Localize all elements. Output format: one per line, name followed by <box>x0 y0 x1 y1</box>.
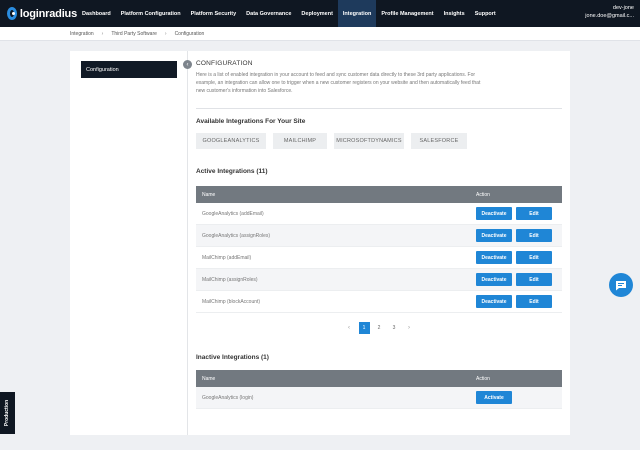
main-nav: Dashboard Platform Configuration Platfor… <box>77 0 501 27</box>
loginradius-logo[interactable]: loginradius <box>7 7 77 20</box>
pagination-page-3[interactable]: 3 <box>389 322 400 334</box>
deactivate-button[interactable]: Deactivate <box>476 273 512 286</box>
deactivate-button[interactable]: Deactivate <box>476 229 512 242</box>
nav-insights[interactable]: Insights <box>439 0 470 27</box>
chevron-right-icon: › <box>164 30 167 37</box>
integration-name: GoogleAnalytics (login) <box>202 394 254 401</box>
chevron-left-icon[interactable]: ‹ <box>183 60 192 69</box>
table-header: Name Action <box>196 186 562 203</box>
integration-googleanalytics-button[interactable]: GOOGLEANALYTICS <box>196 133 266 149</box>
deactivate-button[interactable]: Deactivate <box>476 295 512 308</box>
available-integrations-title: Available Integrations For Your Site <box>196 118 306 125</box>
nav-deployment[interactable]: Deployment <box>296 0 337 27</box>
table-row: GoogleAnalytics (login) Activate <box>196 387 562 409</box>
table-row: MailChimp (blockAccount) Deactivate Edit <box>196 291 562 313</box>
table-row: MailChimp (assignRoles) Deactivate Edit <box>196 269 562 291</box>
nav-platform-configuration[interactable]: Platform Configuration <box>116 0 186 27</box>
nav-dashboard[interactable]: Dashboard <box>77 0 116 27</box>
breadcrumb-configuration: Configuration <box>174 30 205 37</box>
table-row: GoogleAnalytics (assignRoles) Deactivate… <box>196 225 562 247</box>
edit-button[interactable]: Edit <box>516 207 552 220</box>
edit-button[interactable]: Edit <box>516 295 552 308</box>
pagination-prev-icon[interactable]: ‹ <box>344 322 355 334</box>
column-name-header: Name <box>202 375 216 382</box>
breadcrumb-integration[interactable]: Integration <box>70 31 94 37</box>
logo-text: loginradius <box>19 7 77 20</box>
user-menu[interactable]: dev-jone jone.doe@gmail.c... <box>585 4 634 20</box>
nav-platform-security[interactable]: Platform Security <box>186 0 242 27</box>
integration-name: MailChimp (addEmail) <box>202 254 252 261</box>
integration-name: GoogleAnalytics (addEmail) <box>202 210 264 217</box>
sidebar: Configuration <box>70 51 188 435</box>
column-name-header: Name <box>202 191 216 198</box>
inactive-integrations-table: Name Action GoogleAnalytics (login) Acti… <box>196 370 562 409</box>
chat-icon[interactable] <box>609 273 633 297</box>
divider <box>196 108 562 109</box>
main-panel: Configuration ‹ CONFIGURATION Here is a … <box>70 51 570 435</box>
content-area: CONFIGURATION Here is a list of enabled … <box>196 60 562 409</box>
active-integrations-title: Active Integrations (11) <box>196 168 268 175</box>
integration-salesforce-button[interactable]: SALESFORCE <box>411 133 467 149</box>
integration-name: GoogleAnalytics (assignRoles) <box>202 232 271 239</box>
integration-name: MailChimp (blockAccount) <box>202 298 261 305</box>
edit-button[interactable]: Edit <box>516 229 552 242</box>
available-integrations-list: GOOGLEANALYTICS MAILCHIMP MICROSOFTDYNAM… <box>196 133 562 149</box>
integration-microsoftdynamics-button[interactable]: MICROSOFTDYNAMICS <box>334 133 404 149</box>
pagination-page-1[interactable]: 1 <box>358 322 370 334</box>
integration-name: MailChimp (assignRoles) <box>202 276 258 283</box>
table-header: Name Action <box>196 370 562 387</box>
integration-mailchimp-button[interactable]: MAILCHIMP <box>273 133 327 149</box>
inactive-integrations-title: Inactive Integrations (1) <box>196 354 269 361</box>
top-navigation-bar: loginradius Dashboard Platform Configura… <box>0 0 640 27</box>
column-action-header: Action <box>476 191 490 198</box>
sidebar-item-label: Configuration <box>86 66 119 73</box>
edit-button[interactable]: Edit <box>516 251 552 264</box>
pagination-next-icon[interactable]: › <box>404 322 415 334</box>
activate-button[interactable]: Activate <box>476 391 512 404</box>
deactivate-button[interactable]: Deactivate <box>476 207 512 220</box>
user-name: dev-jone <box>612 5 634 11</box>
breadcrumb-third-party-software[interactable]: Third Party Software <box>111 31 157 37</box>
nav-support[interactable]: Support <box>470 0 501 27</box>
page-description: Here is a list of enabled integration in… <box>196 72 481 94</box>
page-title: CONFIGURATION <box>196 60 253 67</box>
breadcrumb: Integration › Third Party Software › Con… <box>0 27 640 41</box>
table-row: MailChimp (addEmail) Deactivate Edit <box>196 247 562 269</box>
nav-profile-management[interactable]: Profile Management <box>376 0 438 27</box>
pagination-page-2[interactable]: 2 <box>374 322 385 334</box>
edit-button[interactable]: Edit <box>516 273 552 286</box>
deactivate-button[interactable]: Deactivate <box>476 251 512 264</box>
chevron-right-icon: › <box>101 30 104 37</box>
loginradius-logo-icon <box>7 7 17 20</box>
column-action-header: Action <box>476 375 490 382</box>
environment-tab[interactable]: Production <box>0 392 15 434</box>
table-row: GoogleAnalytics (addEmail) Deactivate Ed… <box>196 203 562 225</box>
active-integrations-table: Name Action GoogleAnalytics (addEmail) D… <box>196 186 562 313</box>
environment-label: Production <box>4 399 11 427</box>
sidebar-item-configuration[interactable]: Configuration <box>81 61 177 78</box>
nav-integration[interactable]: Integration <box>337 0 377 27</box>
user-email: jone.doe@gmail.c... <box>585 13 634 19</box>
pagination: ‹ 1 2 3 › <box>196 322 562 334</box>
nav-data-governance[interactable]: Data Governance <box>241 0 296 27</box>
